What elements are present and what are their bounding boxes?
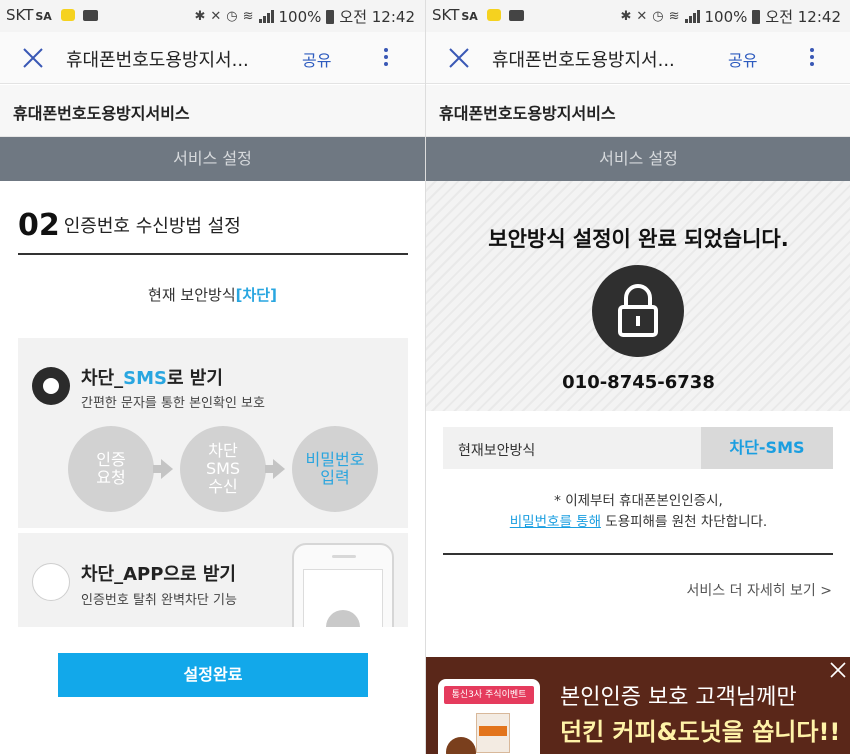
step-number: 02 xyxy=(18,208,60,243)
flow-step-1-line2: 요청 xyxy=(96,468,126,487)
right-screen: SKT SA ✱ ✕ ◷ ≋ 100% 오전 12:42 휴대폰번호도용방지서..… xyxy=(425,0,850,754)
share-button[interactable]: 공유 xyxy=(728,47,757,71)
arrow-icon xyxy=(265,459,285,479)
notice-line1: * 이제부터 휴대폰본인인증시, xyxy=(554,493,723,509)
signal-icon xyxy=(684,10,700,23)
coffee-cup-icon xyxy=(476,713,510,753)
phone-illustration xyxy=(292,543,394,627)
carrier-label: SKT SA xyxy=(6,6,99,24)
section-bar: 서비스 설정 xyxy=(0,137,425,181)
donut-icon xyxy=(446,737,476,754)
kakaotalk-icon xyxy=(486,9,501,21)
flow-step-request: 인증 요청 xyxy=(68,426,154,512)
flow-step-3-line2: 입력 xyxy=(320,468,350,487)
phone-screen xyxy=(303,569,383,627)
clock: 오전 12:42 xyxy=(339,8,415,26)
carrier-sub: SA xyxy=(35,10,52,23)
option-app[interactable]: 차단_APP으로 받기 인증번호 탈취 완벽차단 기능 xyxy=(18,533,408,627)
radio-sms-selected[interactable] xyxy=(32,367,70,405)
mail-icon xyxy=(509,10,525,21)
option-sms-title-suffix: 로 받기 xyxy=(166,368,223,389)
flow-step-3-line1: 비밀번호 xyxy=(305,450,365,469)
flow-step-sms: 차단 SMS 수신 xyxy=(180,426,266,512)
current-security-label: 현재보안방식 xyxy=(458,443,536,459)
battery-percent: 100% xyxy=(278,7,322,26)
option-app-description: 인증번호 탈취 완벽차단 기능 xyxy=(81,593,237,608)
alarm-icon: ◷ xyxy=(226,9,238,24)
lock-icon xyxy=(592,265,684,357)
battery-icon xyxy=(752,9,761,24)
option-sms[interactable]: 차단_SMS로 받기 간편한 문자를 통한 본인확인 보호 인증 요청 차단 SMS… xyxy=(18,338,408,528)
flow-step-password: 비밀번호 입력 xyxy=(292,426,378,512)
current-security-label: 현재 보안방식 xyxy=(148,286,236,304)
carrier-text: SKT xyxy=(432,6,460,24)
section-bar: 서비스 설정 xyxy=(426,137,850,181)
page-title: 휴대폰번호도용방지서비스 xyxy=(0,85,425,137)
carrier-sub: SA xyxy=(461,10,478,23)
flow-step-2-line2: SMS xyxy=(205,459,241,478)
completion-message: 보안방식 설정이 완료 되었습니다. xyxy=(488,227,789,251)
close-icon[interactable] xyxy=(20,45,46,71)
bluetooth-icon: ✱ xyxy=(194,9,206,24)
alarm-icon: ◷ xyxy=(652,9,664,24)
carrier-label: SKT SA xyxy=(432,6,525,24)
mute-icon: ✕ xyxy=(636,9,648,24)
mute-icon: ✕ xyxy=(210,9,222,24)
step-title: 인증번호 수신방법 설정 xyxy=(63,216,241,237)
close-icon[interactable] xyxy=(446,45,472,71)
option-sms-title: 차단_SMS로 받기 xyxy=(81,364,223,390)
signal-icon xyxy=(258,10,274,23)
banner-line1: 본인인증 보호 고객님께만 xyxy=(560,685,797,710)
close-banner-icon[interactable] xyxy=(829,661,847,679)
lock-icon xyxy=(326,610,360,627)
current-security-row: 현재보안방식 차단-SMS xyxy=(443,427,833,469)
promo-card-label: 통신3사 주식이벤트 xyxy=(444,686,534,704)
promo-banner[interactable]: 통신3사 주식이벤트 본인인증 보호 고객님께만 던킨 커피&도넛을 쏩니다!! xyxy=(426,657,850,754)
divider xyxy=(443,553,833,555)
radio-app-unselected[interactable] xyxy=(32,563,70,601)
notice-text: * 이제부터 휴대폰본인인증시, 비밀번호를 통해 도용피해를 원천 차단합니다… xyxy=(426,491,850,533)
option-sms-title-prefix: 차단_ xyxy=(81,368,124,389)
status-bar: SKT SA ✱ ✕ ◷ ≋ 100% 오전 12:42 xyxy=(0,0,425,32)
app-bar-title: 휴대폰번호도용방지서... xyxy=(492,50,675,71)
wifi-icon: ≋ xyxy=(242,9,254,24)
carrier-text: SKT xyxy=(6,6,34,24)
step-heading: 02 인증번호 수신방법 설정 xyxy=(18,208,408,255)
more-options-icon[interactable] xyxy=(809,48,815,68)
phone-speaker xyxy=(332,555,356,558)
wifi-icon: ≋ xyxy=(668,9,680,24)
share-button[interactable]: 공유 xyxy=(302,47,331,71)
current-security-value: [차단] xyxy=(235,286,277,304)
clock: 오전 12:42 xyxy=(765,8,841,26)
kakaotalk-icon xyxy=(60,9,75,21)
mail-icon xyxy=(83,10,99,21)
option-app-title: 차단_APP으로 받기 xyxy=(81,564,236,585)
service-details-link[interactable]: 서비스 더 자세히 보기 > xyxy=(687,580,832,600)
banner-line2: 던킨 커피&도넛을 쏩니다!! xyxy=(560,718,841,746)
more-options-icon[interactable] xyxy=(383,48,389,68)
battery-percent: 100% xyxy=(704,7,748,26)
promo-card: 통신3사 주식이벤트 xyxy=(438,679,540,754)
bluetooth-icon: ✱ xyxy=(620,9,632,24)
page-title: 휴대폰번호도용방지서비스 xyxy=(426,85,850,137)
confirm-settings-button[interactable]: 설정완료 xyxy=(58,653,368,697)
left-screen: SKT SA ✱ ✕ ◷ ≋ 100% 오전 12:42 휴대폰번호도용방지서..… xyxy=(0,0,425,754)
app-bar: 휴대폰번호도용방지서... 공유 xyxy=(426,32,850,84)
app-bar: 휴대폰번호도용방지서... 공유 xyxy=(0,32,425,84)
option-sms-title-highlight: SMS xyxy=(123,368,167,389)
flow-step-1-line1: 인증 xyxy=(96,450,126,469)
phone-number: 010-8745-6738 xyxy=(562,372,715,393)
current-security-value: 차단-SMS xyxy=(701,427,833,469)
battery-icon xyxy=(326,9,335,24)
flow-step-2-line3: 수신 xyxy=(208,477,238,496)
current-security-method: 현재 보안방식[차단] xyxy=(0,284,425,305)
option-sms-description: 간편한 문자를 통한 본인확인 보호 xyxy=(81,396,265,411)
padlock-icon xyxy=(618,284,658,337)
password-link[interactable]: 비밀번호를 통해 xyxy=(510,514,601,530)
arrow-icon xyxy=(153,459,173,479)
app-bar-title: 휴대폰번호도용방지서... xyxy=(66,50,249,71)
flow-step-2-line1: 차단 xyxy=(208,441,238,460)
status-bar: SKT SA ✱ ✕ ◷ ≋ 100% 오전 12:42 xyxy=(426,0,850,32)
notice-line2: 도용피해를 원천 차단합니다. xyxy=(601,514,768,530)
